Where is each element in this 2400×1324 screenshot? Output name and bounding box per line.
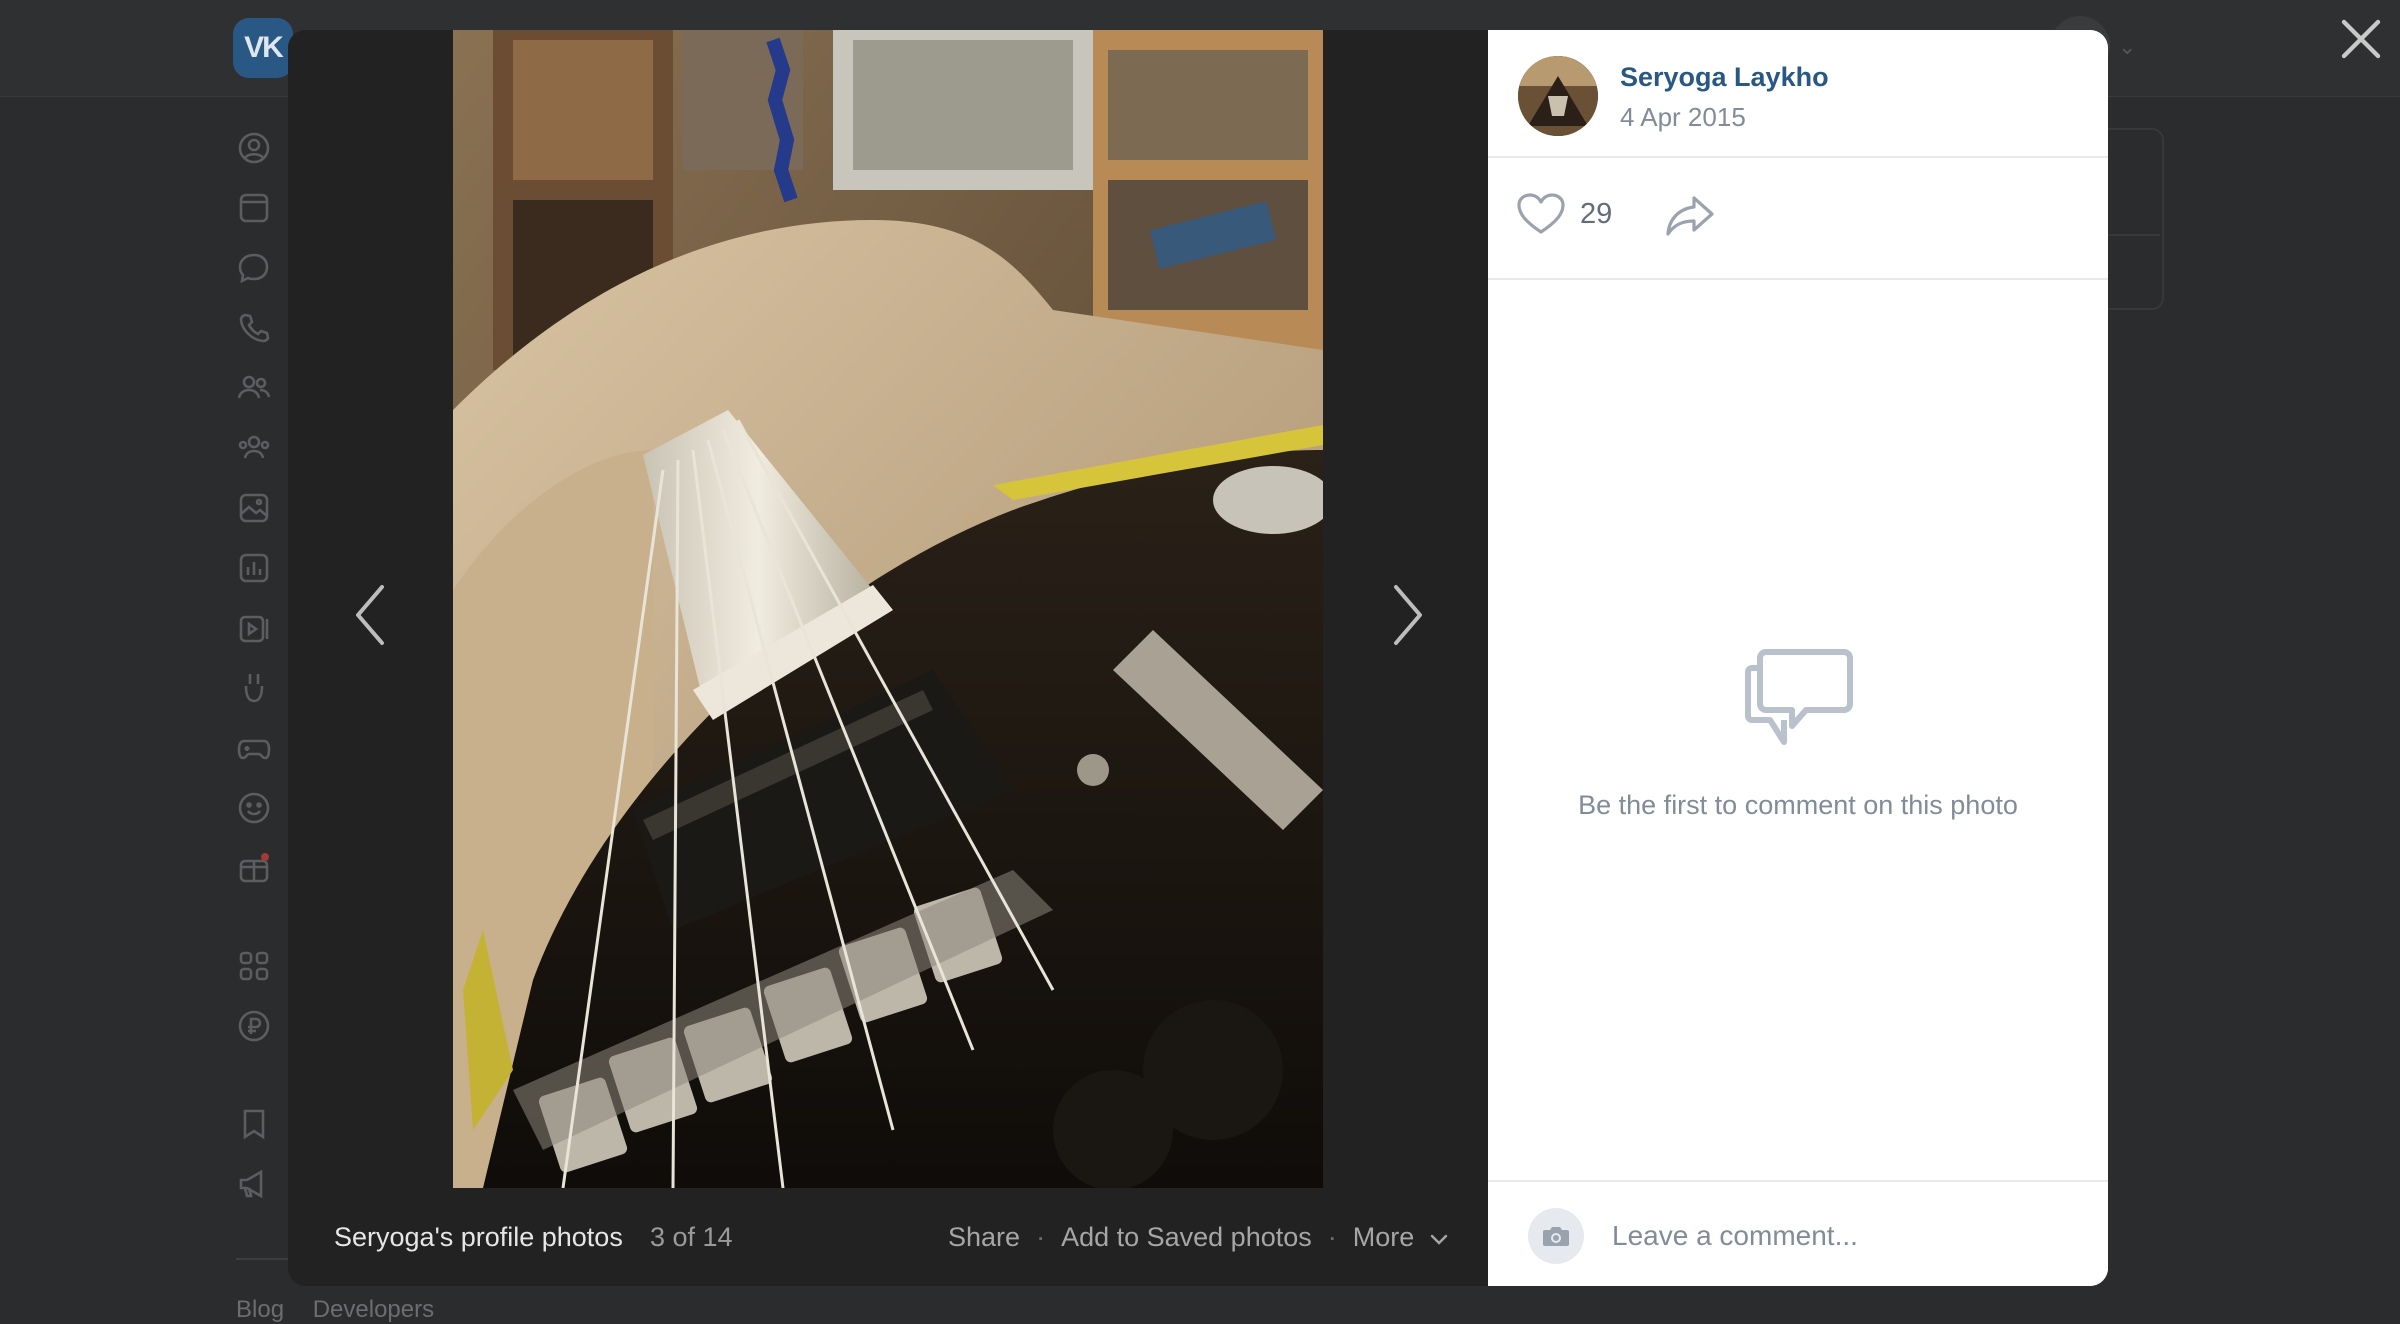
share-button[interactable] [1664, 194, 1716, 238]
more-label: More [1352, 1222, 1415, 1252]
videos-icon[interactable] [236, 610, 272, 646]
like-count: 29 [1580, 197, 1613, 230]
news-icon[interactable] [236, 190, 272, 226]
profile-icon[interactable] [236, 130, 272, 166]
separator-dot: · [1327, 1222, 1337, 1252]
games-icon[interactable] [236, 730, 272, 766]
author-name[interactable]: Seryoga Laykho [1620, 62, 1829, 93]
previous-photo-button[interactable] [340, 570, 400, 660]
music-icon[interactable] [236, 550, 272, 586]
communities-icon[interactable] [236, 430, 272, 466]
vk-pay-icon[interactable] [236, 1008, 272, 1044]
footer-link-blog[interactable]: Blog [236, 1296, 284, 1323]
more-menu-button[interactable]: More [1353, 1222, 1448, 1253]
photo-viewer-modal: Seryoga's profile photos 3 of 14 Share ·… [288, 30, 2108, 1286]
reactions-bar: 29 [1488, 158, 2108, 280]
photos-icon[interactable] [236, 490, 272, 526]
messenger-icon[interactable] [236, 250, 272, 286]
calls-icon[interactable] [236, 310, 272, 346]
empty-comments-text: Be the first to comment on this photo [1578, 790, 2018, 820]
share-link[interactable]: Share [948, 1222, 1020, 1253]
photo-side-panel: Seryoga Laykho 4 Apr 2015 29 Be the firs… [1488, 30, 2108, 1286]
stickers-icon[interactable] [236, 790, 272, 826]
photo[interactable] [453, 30, 1323, 1188]
clips-icon[interactable] [236, 670, 272, 706]
comment-input[interactable] [1610, 1210, 2074, 1262]
gifts-icon[interactable] [236, 850, 272, 886]
save-photo-link[interactable]: Add to Saved photos [1061, 1222, 1312, 1253]
services-icon[interactable] [236, 948, 272, 984]
album-title[interactable]: Seryoga's profile photos [334, 1222, 623, 1253]
ads-icon[interactable] [236, 1166, 272, 1202]
bookmarks-icon[interactable] [236, 1106, 272, 1142]
camera-icon [1543, 1227, 1569, 1246]
like-button[interactable]: 29 [1516, 192, 1612, 236]
footer-link-developers[interactable]: Developers [313, 1296, 434, 1323]
attach-photo-button[interactable] [1528, 1208, 1584, 1264]
separator-dot: · [1036, 1222, 1046, 1252]
close-icon[interactable] [2338, 16, 2384, 62]
photo-date[interactable]: 4 Apr 2015 [1620, 102, 1746, 133]
footer-links: Blog Developers [236, 1296, 456, 1324]
photo-actions: Share · Add to Saved photos · More [948, 1222, 1448, 1253]
friends-icon[interactable] [236, 370, 272, 406]
comments-icon [1744, 646, 1854, 750]
photo-counter: 3 of 14 [650, 1222, 733, 1252]
next-photo-button[interactable] [1378, 570, 1438, 660]
chevron-down-icon [1430, 1222, 1448, 1253]
comment-composer [1488, 1180, 2108, 1286]
author-avatar[interactable] [1518, 56, 1598, 136]
share-icon [1666, 196, 1714, 236]
chevron-down-icon[interactable]: ⌄ [2118, 34, 2136, 60]
photo-pane: Seryoga's profile photos 3 of 14 Share ·… [288, 30, 1488, 1286]
heart-icon [1517, 193, 1565, 234]
author-header: Seryoga Laykho 4 Apr 2015 [1488, 30, 2108, 158]
vk-logo[interactable]: VK [233, 18, 293, 78]
